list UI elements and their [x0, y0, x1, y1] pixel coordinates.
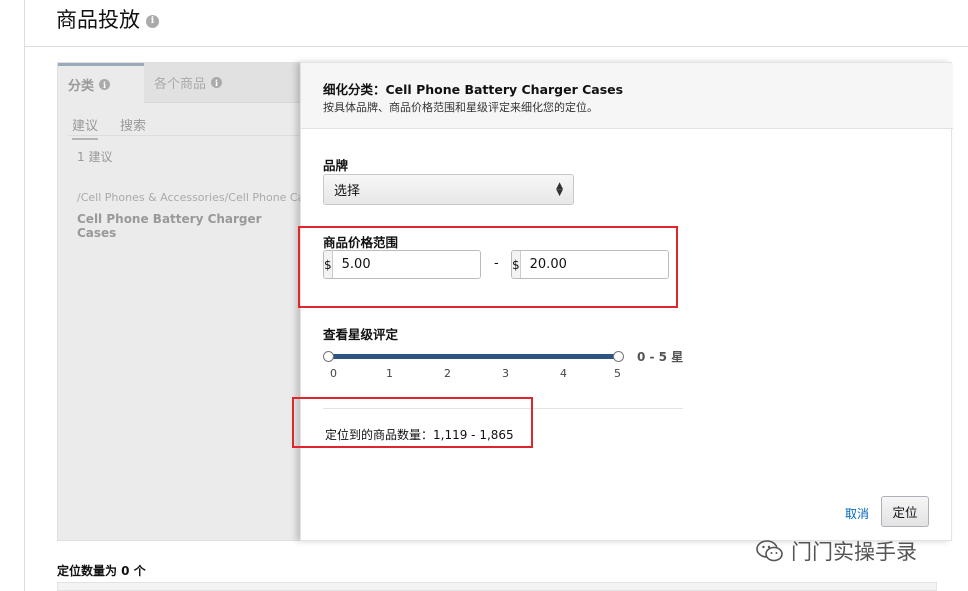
suggestion-count: 1 建议: [77, 150, 113, 164]
info-icon[interactable]: i: [211, 77, 223, 88]
subtab-suggested[interactable]: 建议: [72, 115, 99, 140]
subtabs: 建议 搜索: [72, 115, 146, 140]
subtab-divider: [68, 135, 303, 136]
rating-tick: 0: [330, 367, 337, 380]
rating-tick: 2: [444, 367, 451, 380]
highlight-product-count: [292, 397, 533, 448]
page-title-text: 商品投放: [56, 8, 140, 32]
target-button[interactable]: 定位: [881, 496, 929, 527]
rating-range-text: 0 - 5 星: [637, 350, 684, 364]
rating-slider-max-handle[interactable]: [613, 351, 624, 362]
category-panel: 分类 i 各个商品 i 建议 搜索 1 建议 /Cell Phones & Ac…: [57, 62, 303, 541]
header-divider: [24, 46, 968, 47]
page: 商品投放 i 分类 i 各个商品 i 建议 搜索 1 建议 /Cell Phon…: [0, 0, 968, 591]
rating-slider-track[interactable]: [329, 354, 619, 359]
tab-individual-products-label: 各个商品: [154, 77, 207, 92]
footer-bar: [57, 582, 937, 591]
rating-tick: 4: [560, 367, 567, 380]
brand-select[interactable]: 选择 ▲ ▼: [323, 174, 574, 205]
wechat-icon: [756, 540, 783, 562]
refine-title: 细化分类：Cell Phone Battery Charger Cases: [323, 82, 624, 97]
watermark-text: 门门实操手录: [791, 540, 917, 564]
target-count-label: 定位数量为 0 个: [57, 564, 146, 578]
refine-subtitle: 按具体品牌、商品价格范围和星级评定来细化您的定位。: [323, 101, 598, 114]
info-icon[interactable]: i: [146, 14, 159, 28]
page-title: 商品投放 i: [56, 4, 159, 34]
tab-categories[interactable]: 分类 i: [58, 63, 144, 103]
category-path: /Cell Phones & Accessories/Cell Phone Ca…: [77, 191, 303, 204]
brand-select-value: 选择: [334, 184, 361, 199]
rating-tick: 5: [614, 367, 621, 380]
watermark: 门门实操手录: [755, 536, 917, 566]
star-rating-label: 查看星级评定: [323, 327, 399, 342]
rating-slider-min-handle[interactable]: [323, 351, 334, 362]
rating-tick: 3: [502, 367, 509, 380]
rating-tick: 1: [386, 367, 393, 380]
highlight-price-range: [298, 226, 678, 308]
tab-categories-label: 分类: [68, 79, 95, 94]
subtab-search[interactable]: 搜索: [120, 115, 146, 140]
category-name[interactable]: Cell Phone Battery Charger Cases: [77, 212, 301, 240]
sort-icon: ▲ ▼: [556, 180, 563, 198]
tab-individual-products[interactable]: 各个商品 i: [144, 63, 303, 103]
cancel-button[interactable]: 取消: [845, 505, 869, 522]
brand-label: 品牌: [323, 158, 349, 173]
info-icon[interactable]: i: [99, 79, 111, 90]
refine-header: 细化分类：Cell Phone Battery Charger Cases 按具…: [301, 63, 953, 129]
left-border: [24, 0, 25, 591]
category-tabs: 分类 i 各个商品 i: [58, 63, 303, 103]
